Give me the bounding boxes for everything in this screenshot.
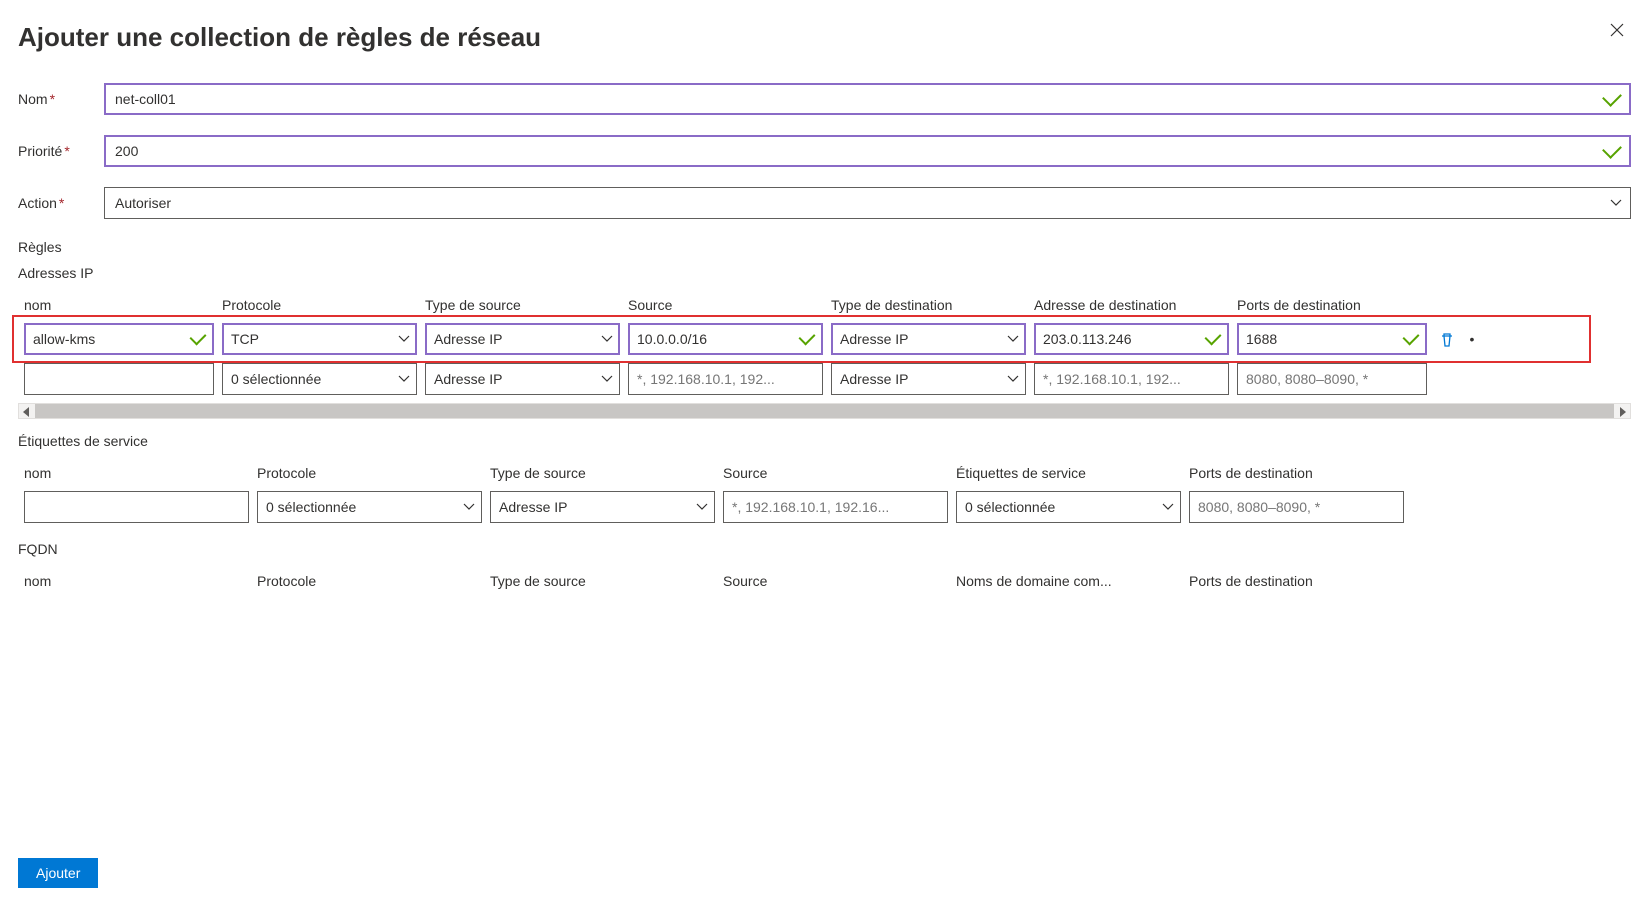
rule-proto-select[interactable]: TCP: [222, 323, 417, 355]
rule-name-input[interactable]: [24, 363, 214, 395]
rule-src-type-select[interactable]: Adresse IP: [425, 323, 620, 355]
action-label: Action*: [18, 195, 104, 211]
svc-headers: nom Protocole Type de source Source Étiq…: [18, 465, 1631, 481]
rule-proto-select[interactable]: 0 sélectionnée: [222, 363, 417, 395]
ip-rule-row: allow-kms TCP Adresse IP 10.0.0.0/16 Adr…: [18, 323, 1631, 355]
rule-dst-port-input[interactable]: 8080, 8080–8090, *: [1237, 363, 1427, 395]
fqdn-headers: nom Protocole Type de source Source Noms…: [18, 573, 1631, 589]
svc-source-input[interactable]: *, 192.168.10.1, 192.16...: [723, 491, 948, 523]
name-input[interactable]: net-coll01: [104, 83, 1631, 115]
svc-rule-row: 0 sélectionnée Adresse IP *, 192.168.10.…: [18, 491, 1631, 523]
svc-src-type-select[interactable]: Adresse IP: [490, 491, 715, 523]
svc-dport-input[interactable]: 8080, 8080–8090, *: [1189, 491, 1404, 523]
svc-proto-select[interactable]: 0 sélectionnée: [257, 491, 482, 523]
rule-dst-addr-input[interactable]: 203.0.113.246: [1034, 323, 1229, 355]
rule-dst-type-select[interactable]: Adresse IP: [831, 323, 1026, 355]
delete-rule-button[interactable]: [1435, 323, 1459, 355]
ip-headers: nom Protocole Type de source Source Type…: [18, 297, 1631, 313]
priority-label: Priorité*: [18, 143, 104, 159]
close-button[interactable]: [1603, 16, 1631, 47]
action-select[interactable]: Autoriser: [104, 187, 1631, 219]
page-title: Ajouter une collection de règles de rése…: [18, 22, 541, 53]
ip-rule-row-empty: 0 sélectionnée Adresse IP *, 192.168.10.…: [18, 363, 1631, 395]
svc-tags-select[interactable]: 0 sélectionnée: [956, 491, 1181, 523]
svc-section-title: Étiquettes de service: [18, 433, 1631, 449]
name-label: Nom*: [18, 91, 104, 107]
rules-heading: Règles: [18, 239, 1631, 255]
rule-dst-type-select[interactable]: Adresse IP: [831, 363, 1026, 395]
rule-dst-port-input[interactable]: 1688: [1237, 323, 1427, 355]
rule-dst-addr-input[interactable]: *, 192.168.10.1, 192...: [1034, 363, 1229, 395]
fqdn-section-title: FQDN: [18, 541, 1631, 557]
rule-src-type-select[interactable]: Adresse IP: [425, 363, 620, 395]
add-button[interactable]: Ajouter: [18, 858, 98, 888]
rule-source-input[interactable]: *, 192.168.10.1, 192...: [628, 363, 823, 395]
rule-name-input[interactable]: allow-kms: [24, 323, 214, 355]
more-icon[interactable]: •: [1467, 323, 1477, 355]
horizontal-scrollbar[interactable]: [18, 403, 1631, 419]
priority-input[interactable]: 200: [104, 135, 1631, 167]
rule-source-input[interactable]: 10.0.0.0/16: [628, 323, 823, 355]
svc-name-input[interactable]: [24, 491, 249, 523]
ip-section-title: Adresses IP: [18, 265, 1631, 281]
